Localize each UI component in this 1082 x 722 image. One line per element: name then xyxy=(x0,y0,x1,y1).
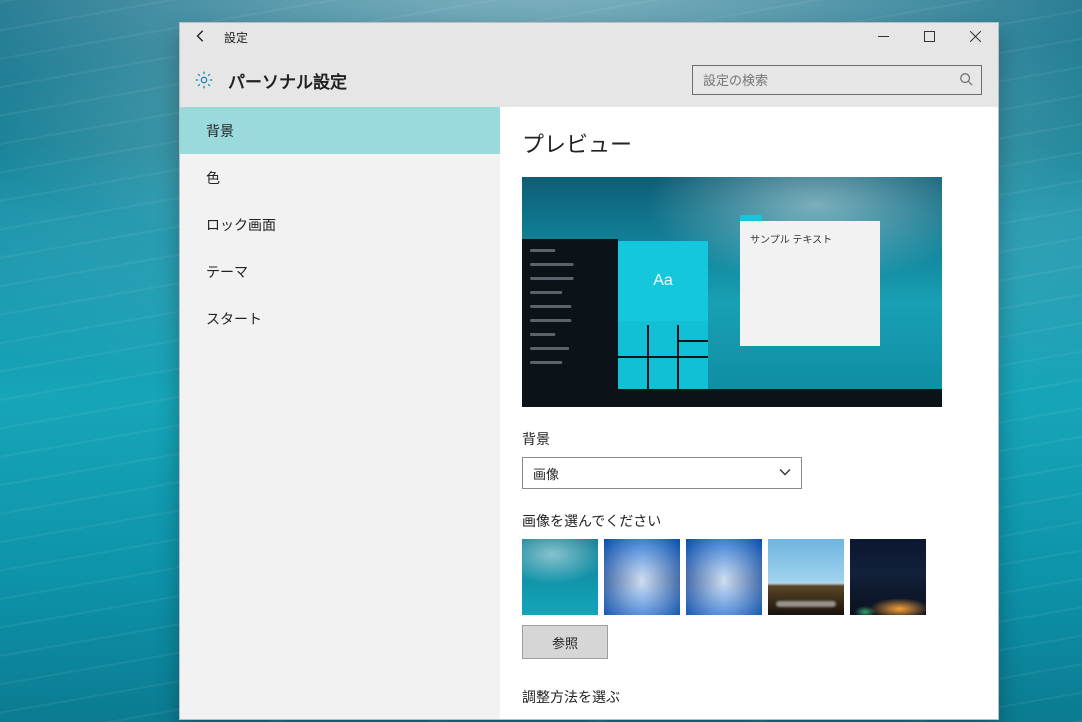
content-scroll[interactable]: プレビュー Aa サンプル テキスト 背景 xyxy=(500,107,986,719)
maximize-icon xyxy=(924,30,935,45)
back-button[interactable] xyxy=(180,23,222,53)
browse-button[interactable]: 参照 xyxy=(522,625,608,659)
window-close-button[interactable] xyxy=(952,23,998,53)
gear-icon xyxy=(192,68,216,92)
window-maximize-button[interactable] xyxy=(906,23,952,53)
chevron-down-icon xyxy=(779,466,791,481)
preview-start-panel xyxy=(522,239,618,389)
sidebar-item-label: テーマ xyxy=(206,262,248,282)
window-body: 背景 色 ロック画面 テーマ スタート プレビュー xyxy=(180,107,998,719)
sidebar-item-label: ロック画面 xyxy=(206,215,276,235)
thumbnail-5[interactable] xyxy=(850,539,926,615)
sidebar-item-background[interactable]: 背景 xyxy=(180,107,500,154)
window-titlebar: 設定 xyxy=(180,23,998,53)
search-input[interactable] xyxy=(701,72,959,89)
preview-tile-aa: Aa xyxy=(618,241,708,321)
thumbnail-4[interactable] xyxy=(768,539,844,615)
background-label: 背景 xyxy=(522,429,962,449)
image-thumbnails xyxy=(522,539,962,615)
thumbnail-3[interactable] xyxy=(686,539,762,615)
preview-start-tiles: Aa xyxy=(618,241,708,389)
sidebar-item-start[interactable]: スタート xyxy=(180,295,500,342)
sidebar-item-label: 色 xyxy=(206,168,220,188)
sidebar-item-themes[interactable]: テーマ xyxy=(180,248,500,295)
window-title: 設定 xyxy=(222,29,248,46)
browse-button-label: 参照 xyxy=(552,633,578,652)
sidebar-item-colors[interactable]: 色 xyxy=(180,154,500,201)
sidebar-item-label: スタート xyxy=(206,309,262,329)
settings-window: 設定 パーソナル設定 背景 色 xyxy=(179,22,999,720)
sidebar-item-lockscreen[interactable]: ロック画面 xyxy=(180,201,500,248)
preview-heading: プレビュー xyxy=(522,127,962,159)
preview-taskbar xyxy=(522,389,942,407)
choose-image-label: 画像を選んでください xyxy=(522,511,962,531)
sidebar: 背景 色 ロック画面 テーマ スタート xyxy=(180,107,500,719)
sidebar-item-label: 背景 xyxy=(206,121,234,141)
desktop-preview: Aa サンプル テキスト xyxy=(522,177,942,407)
page-title: パーソナル設定 xyxy=(228,68,680,93)
minimize-icon xyxy=(878,30,889,45)
thumbnail-1[interactable] xyxy=(522,539,598,615)
background-type-select[interactable]: 画像 xyxy=(522,457,802,489)
page-header: パーソナル設定 xyxy=(180,53,998,107)
content-pane: プレビュー Aa サンプル テキスト 背景 xyxy=(500,107,998,719)
thumbnail-2[interactable] xyxy=(604,539,680,615)
close-icon xyxy=(970,30,981,45)
preview-window-card: サンプル テキスト xyxy=(740,221,880,346)
preview-sample-text: サンプル テキスト xyxy=(750,235,832,246)
window-minimize-button[interactable] xyxy=(860,23,906,53)
background-type-value: 画像 xyxy=(533,464,559,483)
settings-search[interactable] xyxy=(692,65,982,95)
search-icon xyxy=(959,72,973,89)
back-arrow-icon xyxy=(194,29,208,46)
fit-label: 調整方法を選ぶ xyxy=(522,687,962,707)
